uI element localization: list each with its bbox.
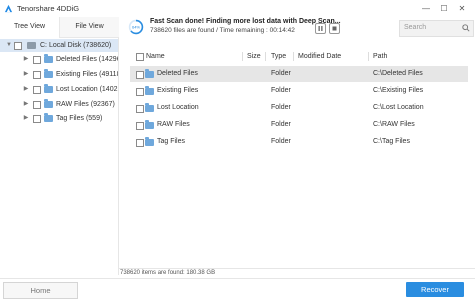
app-logo-icon	[4, 4, 13, 13]
left-pane: Tree View File View ▼ C: Local Disk (738…	[0, 17, 119, 275]
disk-icon	[27, 42, 36, 49]
tree-item-label: RAW Files (92367)	[56, 101, 115, 108]
cell-type: Folder	[271, 121, 291, 128]
recover-button[interactable]: Recover	[406, 282, 464, 297]
folder-icon	[145, 86, 154, 95]
search-placeholder: Search	[404, 24, 427, 31]
tree-item-existing-files[interactable]: ▶ Existing Files (491186)	[0, 68, 118, 81]
row-checkbox[interactable]	[136, 105, 144, 113]
cell-path: C:\Existing Files	[373, 87, 424, 94]
folder-icon	[145, 69, 154, 78]
cell-path: C:\Tag Files	[373, 138, 410, 145]
cell-name: Lost Location	[157, 104, 199, 111]
tree-checkbox[interactable]	[33, 71, 41, 79]
tree-checkbox[interactable]	[33, 101, 41, 109]
chevron-down-icon[interactable]: ▼	[6, 39, 12, 52]
scan-status-title: Fast Scan done! Finding more lost data w…	[150, 18, 341, 25]
view-tabs: Tree View File View	[0, 17, 119, 38]
folder-icon	[44, 69, 53, 78]
cell-type: Folder	[271, 70, 291, 77]
cell-type: Folder	[271, 87, 291, 94]
close-button[interactable]: ✕	[455, 2, 469, 15]
scan-progress-ring: 64%	[128, 19, 144, 35]
tab-file-view[interactable]: File View	[59, 17, 119, 38]
folder-icon	[44, 84, 53, 93]
minimize-button[interactable]: —	[419, 2, 433, 15]
cell-path: C:\Lost Location	[373, 104, 424, 111]
cell-path: C:\Deleted Files	[373, 70, 423, 77]
folder-icon	[145, 103, 154, 112]
summary-bar: 738620 items are found: 180.38 GB	[119, 268, 475, 278]
column-header-name[interactable]: Name	[146, 50, 165, 63]
stop-button[interactable]	[329, 23, 340, 34]
stop-icon	[332, 26, 337, 31]
maximize-button[interactable]: ☐	[437, 2, 451, 15]
footer: Home Recover	[0, 278, 475, 302]
cell-name: RAW Files	[157, 121, 190, 128]
row-checkbox[interactable]	[136, 122, 144, 130]
tree-checkbox[interactable]	[33, 86, 41, 94]
search-input[interactable]: Search	[399, 20, 474, 37]
scan-status-bar: 64% Fast Scan done! Finding more lost da…	[124, 17, 475, 39]
folder-icon	[44, 113, 53, 122]
table-header: Name Size Type Modified Date Path	[130, 50, 468, 63]
app-title: Tenorshare 4DDiG	[17, 4, 80, 13]
tree-item-label: Deleted Files (14296)	[56, 56, 118, 63]
row-checkbox[interactable]	[136, 88, 144, 96]
search-icon[interactable]	[462, 24, 470, 32]
cell-name: Deleted Files	[157, 70, 198, 77]
cell-type: Folder	[271, 104, 291, 111]
cell-type: Folder	[271, 138, 291, 145]
row-checkbox[interactable]	[136, 71, 144, 79]
cell-path: C:\RAW Files	[373, 121, 415, 128]
tree-item-label: Existing Files (491186)	[56, 71, 118, 78]
tab-tree-view[interactable]: Tree View	[0, 17, 59, 38]
table-row[interactable]: RAW Files Folder C:\RAW Files	[130, 117, 468, 133]
title-bar: Tenorshare 4DDiG — ☐ ✕	[0, 0, 475, 17]
cell-name: Tag Files	[157, 138, 186, 145]
tree-checkbox[interactable]	[33, 115, 41, 123]
column-divider[interactable]	[368, 52, 369, 61]
table-row[interactable]: Tag Files Folder C:\Tag Files	[130, 134, 468, 150]
tree-item-lost-location[interactable]: ▶ Lost Location (140212)	[0, 83, 118, 96]
row-checkbox[interactable]	[136, 139, 144, 147]
column-divider[interactable]	[242, 52, 243, 61]
tree-item-local-disk[interactable]: ▼ C: Local Disk (738620)	[0, 39, 118, 52]
column-header-path[interactable]: Path	[373, 50, 387, 63]
tree-item-deleted-files[interactable]: ▶ Deleted Files (14296)	[0, 53, 118, 66]
pause-icon	[318, 26, 323, 31]
tree-item-raw-files[interactable]: ▶ RAW Files (92367)	[0, 98, 118, 111]
folder-icon	[44, 54, 53, 63]
folder-icon	[145, 137, 154, 146]
tree-item-label: C: Local Disk (738620)	[40, 42, 112, 49]
scan-percent: 64%	[132, 25, 140, 30]
column-header-size[interactable]: Size	[247, 50, 261, 63]
home-button[interactable]: Home	[3, 282, 78, 299]
pause-button[interactable]	[315, 23, 326, 34]
tree-checkbox[interactable]	[33, 56, 41, 64]
select-all-checkbox[interactable]	[136, 53, 144, 61]
column-divider[interactable]	[265, 52, 266, 61]
tree-item-label: Tag Files (559)	[56, 115, 103, 122]
table-row[interactable]: Existing Files Folder C:\Existing Files	[130, 83, 468, 99]
chevron-right-icon[interactable]: ▶	[23, 68, 29, 81]
scan-status-detail: 738620 files are found / Time remaining …	[150, 27, 295, 34]
tree-checkbox[interactable]	[14, 42, 22, 50]
chevron-right-icon[interactable]: ▶	[23, 53, 29, 66]
tree-item-label: Lost Location (140212)	[56, 86, 118, 93]
chevron-right-icon[interactable]: ▶	[23, 112, 29, 125]
column-divider[interactable]	[293, 52, 294, 61]
cell-name: Existing Files	[157, 87, 199, 94]
table-row[interactable]: Lost Location Folder C:\Lost Location	[130, 100, 468, 116]
chevron-right-icon[interactable]: ▶	[23, 83, 29, 96]
tree-item-tag-files[interactable]: ▶ Tag Files (559)	[0, 112, 118, 125]
folder-icon	[145, 120, 154, 129]
table-row[interactable]: Deleted Files Folder C:\Deleted Files	[130, 66, 468, 82]
folder-icon	[44, 99, 53, 108]
column-header-modified-date[interactable]: Modified Date	[298, 50, 341, 63]
items-found-summary: 738620 items are found: 180.38 GB	[120, 270, 216, 276]
column-header-type[interactable]: Type	[271, 50, 286, 63]
chevron-right-icon[interactable]: ▶	[23, 98, 29, 111]
